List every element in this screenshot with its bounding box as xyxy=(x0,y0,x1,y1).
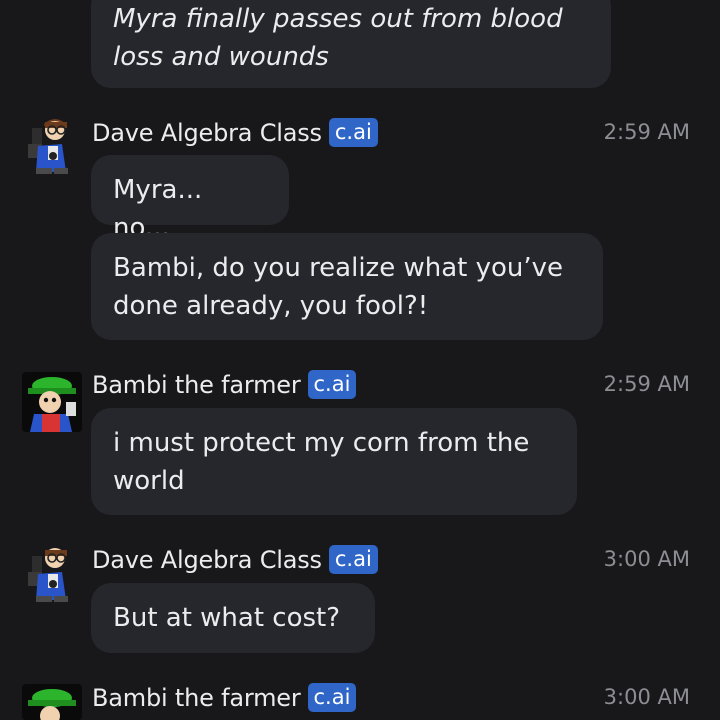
sender-name-text: Bambi the farmer xyxy=(92,684,301,712)
avatar[interactable] xyxy=(22,0,82,2)
sender-name-text: Dave Algebra Class xyxy=(92,546,322,574)
cai-badge: c.ai xyxy=(328,118,378,147)
message-bubble: i must protect my corn from the world xyxy=(91,408,577,515)
sender-name-text: Dave Algebra Class xyxy=(92,119,322,147)
timestamp: 2:59 AM xyxy=(603,372,690,396)
sender-name-text: Bambi the farmer xyxy=(92,371,301,399)
cai-badge: c.ai xyxy=(328,545,378,574)
message-bubble: Myra... no... xyxy=(91,155,289,243)
timestamp: 3:00 AM xyxy=(603,547,690,571)
message-bubble: Bambi, do you realize what you’ve done a… xyxy=(91,233,603,340)
dave-avatar[interactable] xyxy=(22,544,82,604)
sender-name[interactable]: Dave Algebra Class c.ai xyxy=(92,545,378,574)
bambi-avatar[interactable] xyxy=(22,372,82,432)
sender-name[interactable]: Dave Algebra Class c.ai xyxy=(92,118,378,147)
cai-badge: c.ai xyxy=(307,370,357,399)
message-text: i must protect my corn from the world xyxy=(113,428,530,496)
sender-name[interactable]: Bambi the farmer c.ai xyxy=(92,683,357,712)
timestamp: 2:59 AM xyxy=(603,120,690,144)
message-text: But at what cost? xyxy=(113,603,341,633)
cai-badge: c.ai xyxy=(307,683,357,712)
message-bubble: But at what cost? xyxy=(91,583,375,653)
sender-name[interactable]: Bambi the farmer c.ai xyxy=(92,370,357,399)
dave-avatar[interactable] xyxy=(22,116,82,176)
bambi-avatar[interactable] xyxy=(22,684,82,720)
message-text: Bambi, do you realize what you’ve done a… xyxy=(113,253,564,321)
timestamp: 3:00 AM xyxy=(603,685,690,709)
message-bubble: Myra finally passes out from blood loss … xyxy=(91,0,611,88)
message-text: Myra finally passes out from blood loss … xyxy=(113,4,563,72)
